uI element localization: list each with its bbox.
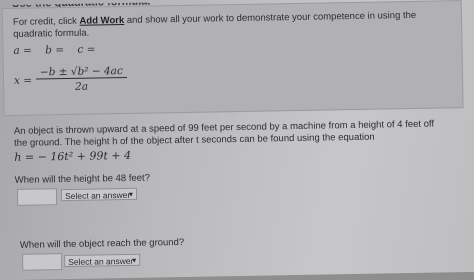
answer-1-input[interactable] [16,188,58,206]
answer-1-unit-select[interactable]: Select an answer ▾ [60,187,138,202]
formula-denominator: 2a [75,80,89,93]
answer-1-select-value: Select an answer [64,189,131,202]
worksheet-page: Use the quadratic formula. For credit, c… [0,0,474,280]
question-1-prompt: When will the height be 48 feet? [14,172,151,186]
answer-2-select-value: Select an answer [68,255,134,267]
problem-text: An object is thrown upward at a speed of… [13,118,435,149]
instructions-prefix: For credit, click [12,15,80,28]
coef-c: c = [77,43,96,56]
answer-2-input[interactable] [22,253,63,271]
formula-fraction: −b ± √b² − 4ac 2a [35,64,127,94]
answer-2-unit-select[interactable]: Select an answer ▾ [64,253,141,268]
formula-lhs: x = [13,74,33,87]
height-equation: h = − 16t² + 99t + 4 [14,148,132,164]
coef-a: a = [13,44,33,57]
add-work-link[interactable]: Add Work [79,15,124,27]
question-2-prompt: When will the object reach the ground? [19,236,185,251]
chevron-down-icon: ▾ [132,255,137,265]
coef-b: b = [45,44,65,57]
chevron-down-icon: ▾ [128,189,134,199]
instruction-card: For credit, click Add Work and show all … [1,0,464,117]
instructions: For credit, click Add Work and show all … [13,9,443,41]
coefficients-row: a = b = c = [13,43,105,57]
